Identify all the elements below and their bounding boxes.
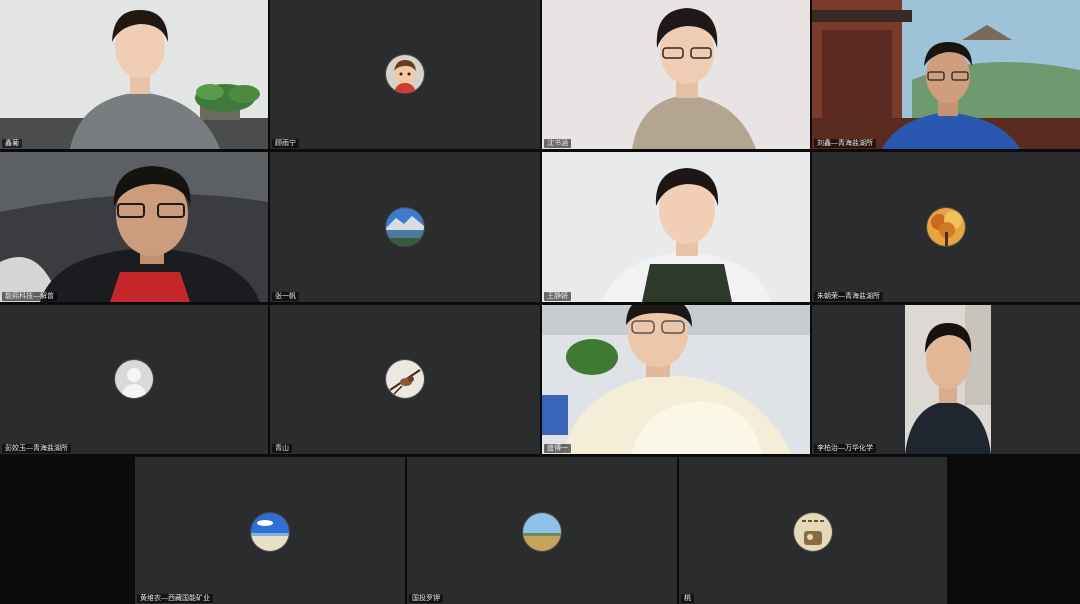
participant-name: 盛博一 [544, 444, 571, 453]
sky-beach-avatar-icon [251, 513, 289, 551]
video-tile-2[interactable]: 顾雨宁 [270, 0, 540, 149]
video-tile-3[interactable]: 沈书涵 [542, 0, 810, 149]
participant-video [0, 0, 268, 149]
calligraphy-avatar-icon [794, 513, 832, 551]
bird-branch-avatar-icon [386, 360, 424, 398]
participant-name: 王静妍 [544, 292, 571, 301]
cartoon-boy-avatar-icon [386, 55, 424, 93]
video-tile-14[interactable]: 国投罗钾 [407, 457, 677, 604]
video-tile-8[interactable]: 朱朝荣—青海盐湖所 [812, 152, 1080, 302]
participant-name: 顾雨宁 [272, 139, 299, 148]
autumn-tree-avatar-icon [927, 208, 965, 246]
video-tile-4[interactable]: 刘鑫—青海盐湖所 [812, 0, 1080, 149]
lake-landscape-avatar-icon [386, 208, 424, 246]
video-tile-1[interactable]: 鑫葡 [0, 0, 268, 149]
video-tile-6[interactable]: 张一帆 [270, 152, 540, 302]
video-tile-12[interactable]: 李柏治—万华化学 [812, 305, 1080, 454]
participant-video [542, 152, 810, 302]
participant-name: 国投罗钾 [409, 594, 443, 603]
participant-name: 彭姣玉—青海盐湖所 [2, 444, 71, 453]
participant-name: 桃 [681, 594, 694, 603]
participant-video [542, 305, 810, 454]
video-tile-9[interactable]: 彭姣玉—青海盐湖所 [0, 305, 268, 454]
participant-video [542, 0, 810, 149]
participant-name: 鑫葡 [2, 139, 22, 148]
video-tile-15[interactable]: 桃 [679, 457, 947, 604]
video-tile-13[interactable]: 黄维农—西藏国能矿业 [135, 457, 405, 604]
plain-landscape-avatar-icon [523, 513, 561, 551]
video-tile-10[interactable]: 青山 [270, 305, 540, 454]
participant-video [0, 152, 268, 302]
participant-video [905, 305, 991, 454]
video-tile-7[interactable]: 王静妍 [542, 152, 810, 302]
participant-name: 能熙科技—解曾 [2, 292, 57, 301]
participant-name: 张一帆 [272, 292, 299, 301]
participant-video [812, 0, 1080, 149]
participant-name: 沈书涵 [544, 139, 571, 148]
default-avatar-icon [115, 360, 153, 398]
participant-name: 黄维农—西藏国能矿业 [137, 594, 213, 603]
participant-name: 青山 [272, 444, 292, 453]
participant-name: 刘鑫—青海盐湖所 [814, 139, 876, 148]
participant-name: 李柏治—万华化学 [814, 444, 876, 453]
video-tile-11[interactable]: 盛博一 [542, 305, 810, 454]
video-tile-5[interactable]: 能熙科技—解曾 [0, 152, 268, 302]
participant-name: 朱朝荣—青海盐湖所 [814, 292, 883, 301]
